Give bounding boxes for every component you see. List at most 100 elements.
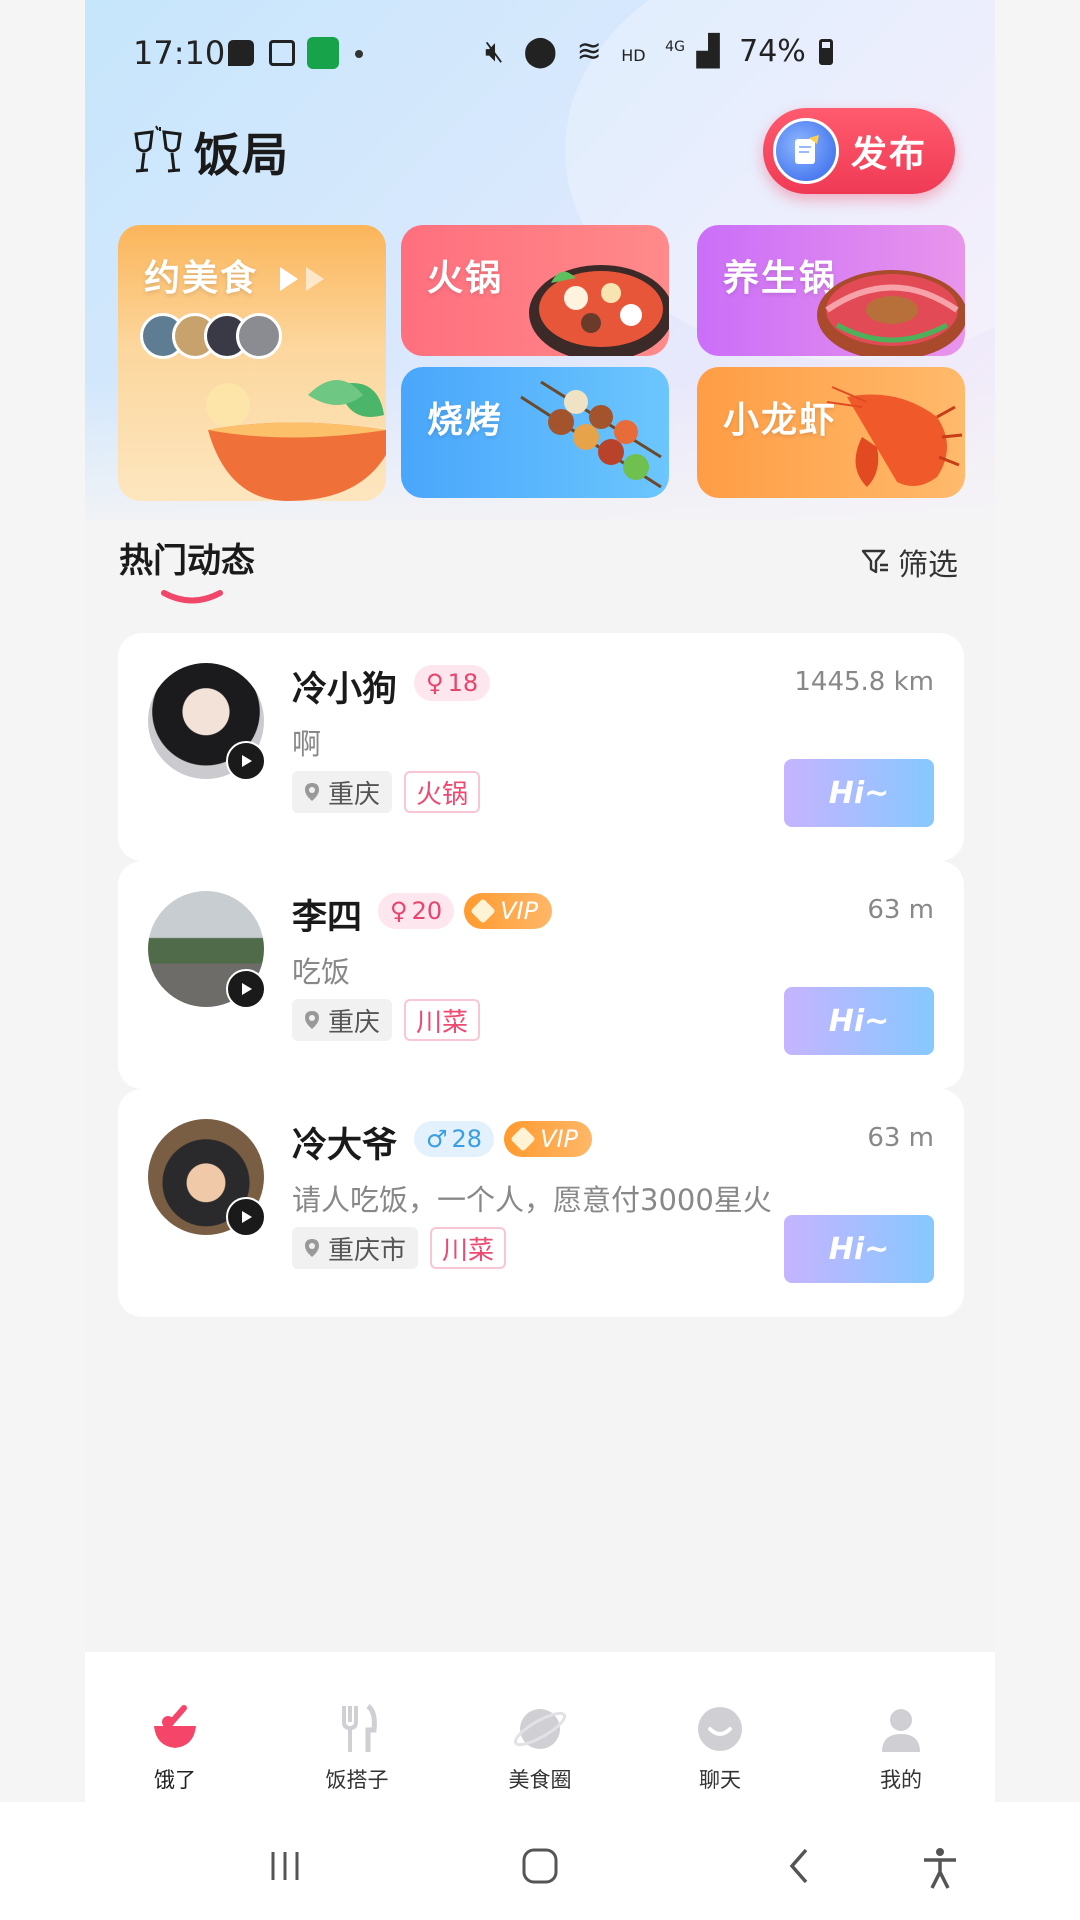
location-tag: 重庆 (292, 771, 393, 813)
user-badges: ♂ 28 VIP (414, 1121, 593, 1157)
male-icon: ♂ (426, 1125, 448, 1153)
feed-card[interactable]: 冷小狗 ♀ 18 1445.8 km 啊 重庆 火锅 Hi~ (118, 633, 964, 861)
system-navigation-bar (0, 1802, 1080, 1920)
location-pin-icon (305, 783, 319, 801)
tab-label: 聊天 (699, 1768, 741, 1792)
category-crayfish-card[interactable]: 小龙虾 (697, 367, 965, 498)
hd-label: HD (621, 46, 646, 65)
category-yangsheng-card[interactable]: 养生锅 (697, 225, 965, 356)
home-icon[interactable] (520, 1846, 560, 1886)
tab-food-buddy[interactable]: 饭搭子 (297, 1702, 417, 1794)
hotpot-illustration (529, 265, 669, 356)
tab-food-circle[interactable]: 美食圈 (480, 1702, 600, 1794)
say-hi-button[interactable]: Hi~ (784, 1215, 934, 1283)
feed-card[interactable]: 冷大爷 ♂ 28 VIP 63 m 请人吃饭，一个人，愿意付3000星火 重庆市… (118, 1089, 964, 1317)
feed-card[interactable]: 李四 ♀ 20 VIP 63 m 吃饭 重庆 川菜 Hi~ (118, 861, 964, 1089)
food-tag: 火锅 (404, 771, 481, 813)
publish-label: 发布 (851, 134, 928, 175)
status-time: 17:10 (133, 34, 226, 72)
food-tag: 川菜 (404, 999, 481, 1041)
location-pin-icon (305, 1011, 319, 1029)
battery-percent: 74% (739, 34, 806, 69)
say-hi-button[interactable]: Hi~ (784, 759, 934, 827)
post-description: 吃饭 (292, 955, 351, 989)
distance-label: 1445.8 km (794, 667, 934, 697)
more-notifications-icon (355, 50, 363, 58)
edit-document-icon (773, 118, 839, 184)
location-icon: ⬤ (523, 34, 558, 69)
post-tags: 重庆市 川菜 (292, 1227, 507, 1269)
age-badge: ♂ 28 (414, 1121, 495, 1157)
app-logo: 饭局 (130, 120, 290, 184)
bottom-tab-bar: 饿了 饭搭子 美食圈 聊天 我的 (85, 1652, 995, 1802)
play-icon (242, 983, 252, 995)
category-main-card[interactable]: 约美食 (118, 225, 386, 501)
bbq-skewers-illustration (520, 380, 662, 489)
distance-label: 63 m (867, 1123, 934, 1153)
vip-badge: VIP (464, 893, 553, 929)
user-name[interactable]: 冷大爷 (292, 1117, 397, 1168)
play-video-button[interactable] (226, 1197, 266, 1237)
user-name[interactable]: 冷小狗 (292, 661, 397, 712)
planet-icon (513, 1709, 567, 1749)
category-main-label: 约美食 (144, 258, 259, 299)
location-tag: 重庆市 (292, 1227, 419, 1269)
tab-chat[interactable]: 聊天 (660, 1702, 780, 1794)
chat-bubble-icon (698, 1707, 742, 1751)
accessibility-icon[interactable] (920, 1846, 960, 1890)
post-description: 啊 (292, 727, 322, 761)
status-right: 🔇︎ ⬤ ≋ HD 4G ▟ 74% (485, 34, 834, 69)
yangsheng-pot-illustration (817, 270, 965, 356)
filter-icon (861, 549, 888, 574)
female-icon: ♀ (426, 669, 444, 697)
section-title-underline (161, 590, 223, 604)
tab-hungry[interactable]: 饿了 (115, 1702, 235, 1794)
tab-label: 饭搭子 (325, 1768, 389, 1792)
food-tag: 川菜 (430, 1227, 507, 1269)
age-badge: ♀ 20 (378, 893, 455, 929)
tab-label: 美食圈 (508, 1768, 572, 1792)
vip-badge: VIP (504, 1121, 593, 1157)
tab-label: 我的 (880, 1768, 922, 1792)
app-notification-icon (307, 37, 339, 69)
filter-label: 筛选 (898, 548, 958, 583)
publish-button[interactable]: 发布 (763, 108, 955, 194)
say-hi-button[interactable]: Hi~ (784, 987, 934, 1055)
tab-me[interactable]: 我的 (841, 1702, 961, 1794)
category-hotpot-label: 火锅 (427, 258, 504, 299)
app-title: 饭局 (194, 128, 290, 182)
bowl-icon (154, 1705, 196, 1748)
network-label: 4G (665, 39, 685, 55)
play-video-button[interactable] (226, 969, 266, 1009)
avatar (236, 313, 282, 359)
back-icon[interactable] (780, 1846, 820, 1886)
play-video-button[interactable] (226, 741, 266, 781)
category-bbq-label: 烧烤 (427, 400, 504, 441)
location-tag: 重庆 (292, 999, 393, 1041)
play-arrows-icon (280, 267, 324, 291)
filter-button[interactable]: 筛选 (860, 540, 958, 584)
battery-icon (819, 39, 834, 65)
user-badges: ♀ 18 (414, 665, 491, 701)
category-hotpot-card[interactable]: 火锅 (401, 225, 669, 356)
distance-label: 63 m (867, 895, 934, 925)
food-bowl-illustration (206, 380, 386, 501)
post-tags: 重庆 火锅 (292, 771, 481, 813)
wifi-icon: ≋ (576, 34, 602, 69)
category-bbq-card[interactable]: 烧烤 (401, 367, 669, 498)
tab-label: 饿了 (154, 1768, 196, 1792)
image-notification-icon (269, 40, 295, 66)
age-badge: ♀ 18 (414, 665, 491, 701)
mute-icon: 🔇︎ (485, 34, 504, 69)
avatar-group (140, 313, 282, 359)
post-tags: 重庆 川菜 (292, 999, 481, 1041)
category-crayfish-label: 小龙虾 (723, 400, 838, 441)
recent-apps-icon[interactable] (265, 1846, 305, 1886)
message-notification-icon (228, 40, 254, 66)
crayfish-illustration (827, 386, 963, 487)
status-bar: 17:10 🔇︎ ⬤ ≋ HD 4G ▟ 74% (85, 30, 995, 80)
user-badges: ♀ 20 VIP (378, 893, 553, 929)
app-screen: 17:10 🔇︎ ⬤ ≋ HD 4G ▟ 74% 饭局 发布 约美食 火锅 养生… (85, 0, 995, 1652)
user-name[interactable]: 李四 (292, 889, 362, 940)
location-pin-icon (305, 1239, 319, 1257)
